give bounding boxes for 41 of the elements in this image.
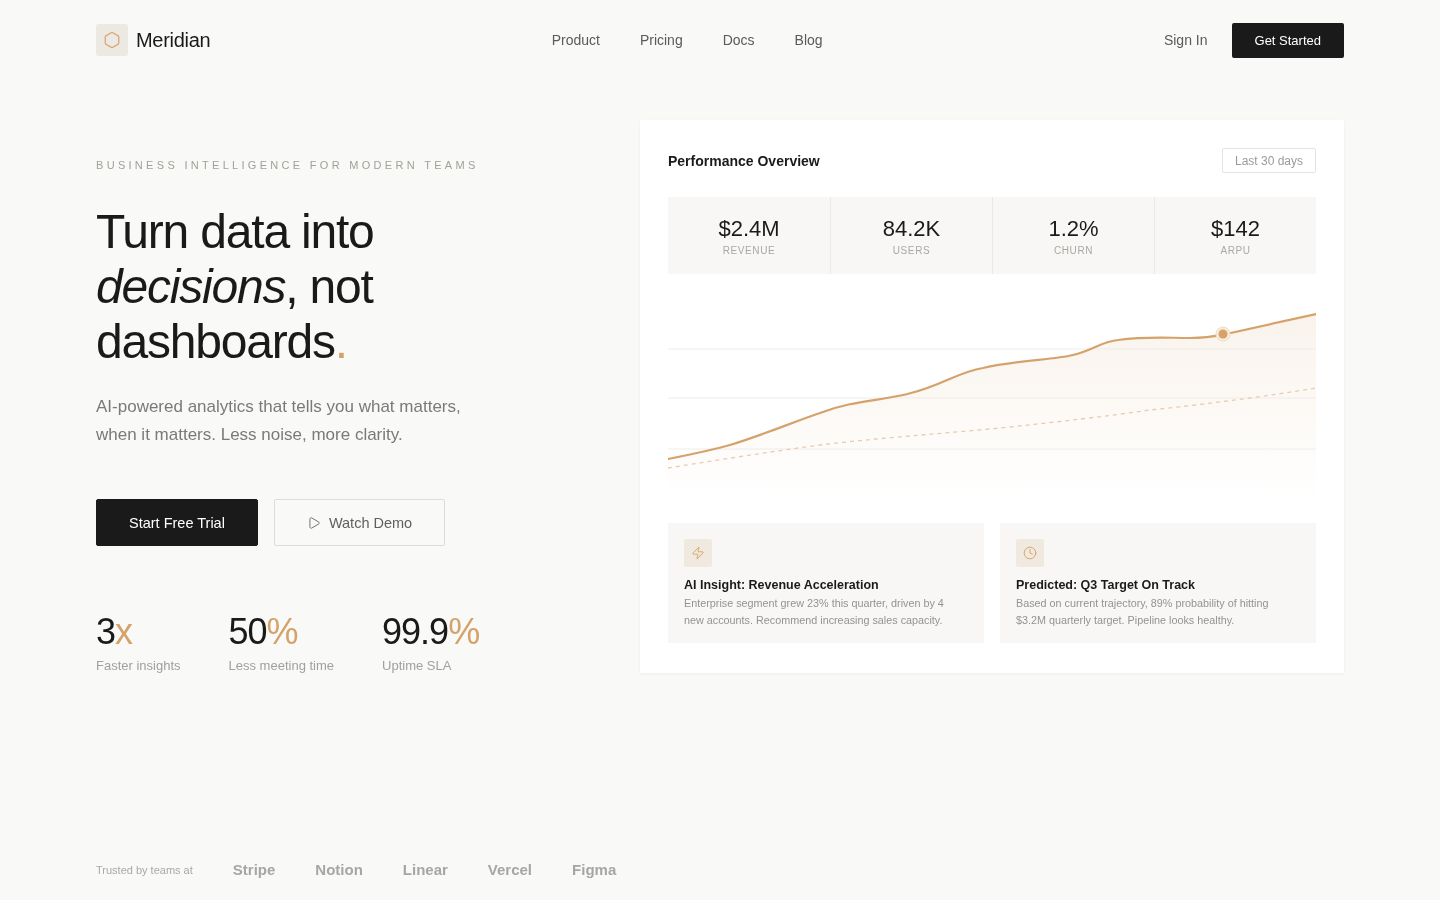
metric-value: $142 xyxy=(1211,215,1260,242)
insight-title: Predicted: Q3 Target On Track xyxy=(1016,577,1195,594)
company-name: Notion xyxy=(315,861,363,878)
metric-label: USERS xyxy=(892,244,931,256)
stat-label: Uptime SLA xyxy=(382,658,452,673)
card-title: Performance Overview xyxy=(668,152,820,169)
company-name: Vercel xyxy=(487,861,533,878)
insight-text: Based on current trajectory, 89% probability of hitting $3.2M quarterly target. Pipeline looks healthy. xyxy=(1016,596,1270,628)
company-name: Linear xyxy=(402,861,448,878)
hexagon-logo-icon xyxy=(96,24,128,56)
trusted-label: Trusted by teams at xyxy=(96,863,193,876)
nav-link[interactable]: Pricing xyxy=(639,32,683,48)
metric-value: 84.2K xyxy=(882,215,941,242)
clock-icon xyxy=(1016,539,1044,567)
stat-value: 99.9% xyxy=(382,612,480,652)
stat-label: Faster insights xyxy=(96,658,181,673)
insight-title: AI Insight: Revenue Acceleration xyxy=(684,577,879,594)
metric-label: REVENUE xyxy=(722,244,776,256)
play-icon xyxy=(306,515,321,530)
nav-link[interactable]: Product xyxy=(551,32,600,48)
lightning-icon xyxy=(684,539,712,567)
nav-link[interactable]: Docs xyxy=(722,32,755,48)
metric-label: CHURN xyxy=(1053,244,1094,256)
metric-value: 1.2% xyxy=(1048,215,1099,242)
hero-description: AI-powered analytics that tells you what matters, when it matters. Less noise, more clarity. xyxy=(96,396,462,446)
company-name: Figma xyxy=(572,861,617,878)
stat-value: 3x xyxy=(96,612,133,652)
sign-in-link[interactable]: Sign In xyxy=(1163,32,1208,48)
watch-demo-button[interactable]: Watch Demo xyxy=(273,499,446,546)
stat-value: 50% xyxy=(228,612,298,652)
metric-label: ARPU xyxy=(1220,244,1251,256)
hero-headline: Turn data into decisions, not dashboards. xyxy=(96,204,375,369)
company-name: Stripe xyxy=(232,861,276,878)
start-trial-button[interactable]: Start Free Trial xyxy=(96,499,258,546)
stat-label: Less meeting time xyxy=(228,658,335,673)
eyebrow-text: BUSINESS INTELLIGENCE FOR MODERN TEAMS xyxy=(96,158,479,172)
nav-link[interactable]: Blog xyxy=(794,32,823,48)
brand-name: Meridian xyxy=(136,28,211,52)
get-started-button[interactable]: Get Started xyxy=(1231,22,1344,58)
metric-value: $2.4M xyxy=(718,215,780,242)
insight-text: Enterprise segment grew 23% this quarter, driven by 4 new accounts. Recommend increasing sales capacity. xyxy=(684,596,945,628)
